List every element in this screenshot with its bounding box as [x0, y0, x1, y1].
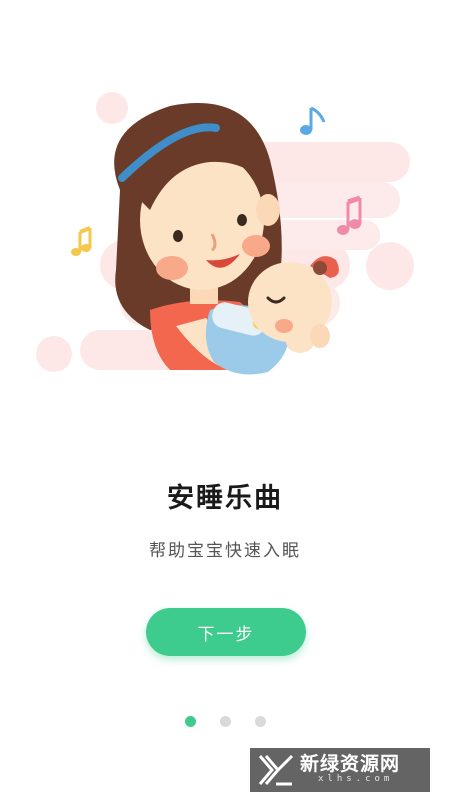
mother-baby-illustration — [36, 92, 414, 375]
watermark-text-en: xlhs.com — [318, 774, 394, 785]
watermark-text-cn: 新绿资源网 — [300, 753, 401, 776]
music-note-icon — [71, 226, 92, 256]
page-title: 安睡乐曲 — [167, 483, 283, 514]
page-indicator — [0, 716, 450, 727]
page-dot-2[interactable] — [219, 716, 231, 727]
watermark: 新绿资源网 xlhs.com — [250, 748, 430, 792]
watermark-logo-icon — [258, 754, 294, 786]
page-subtitle: 帮助宝宝快速入眠 — [149, 541, 301, 561]
page-dot-1[interactable] — [184, 716, 196, 727]
music-note-icon — [300, 106, 326, 135]
page-dot-3[interactable] — [254, 716, 266, 727]
next-step-button[interactable]: 下一步 — [146, 608, 306, 656]
